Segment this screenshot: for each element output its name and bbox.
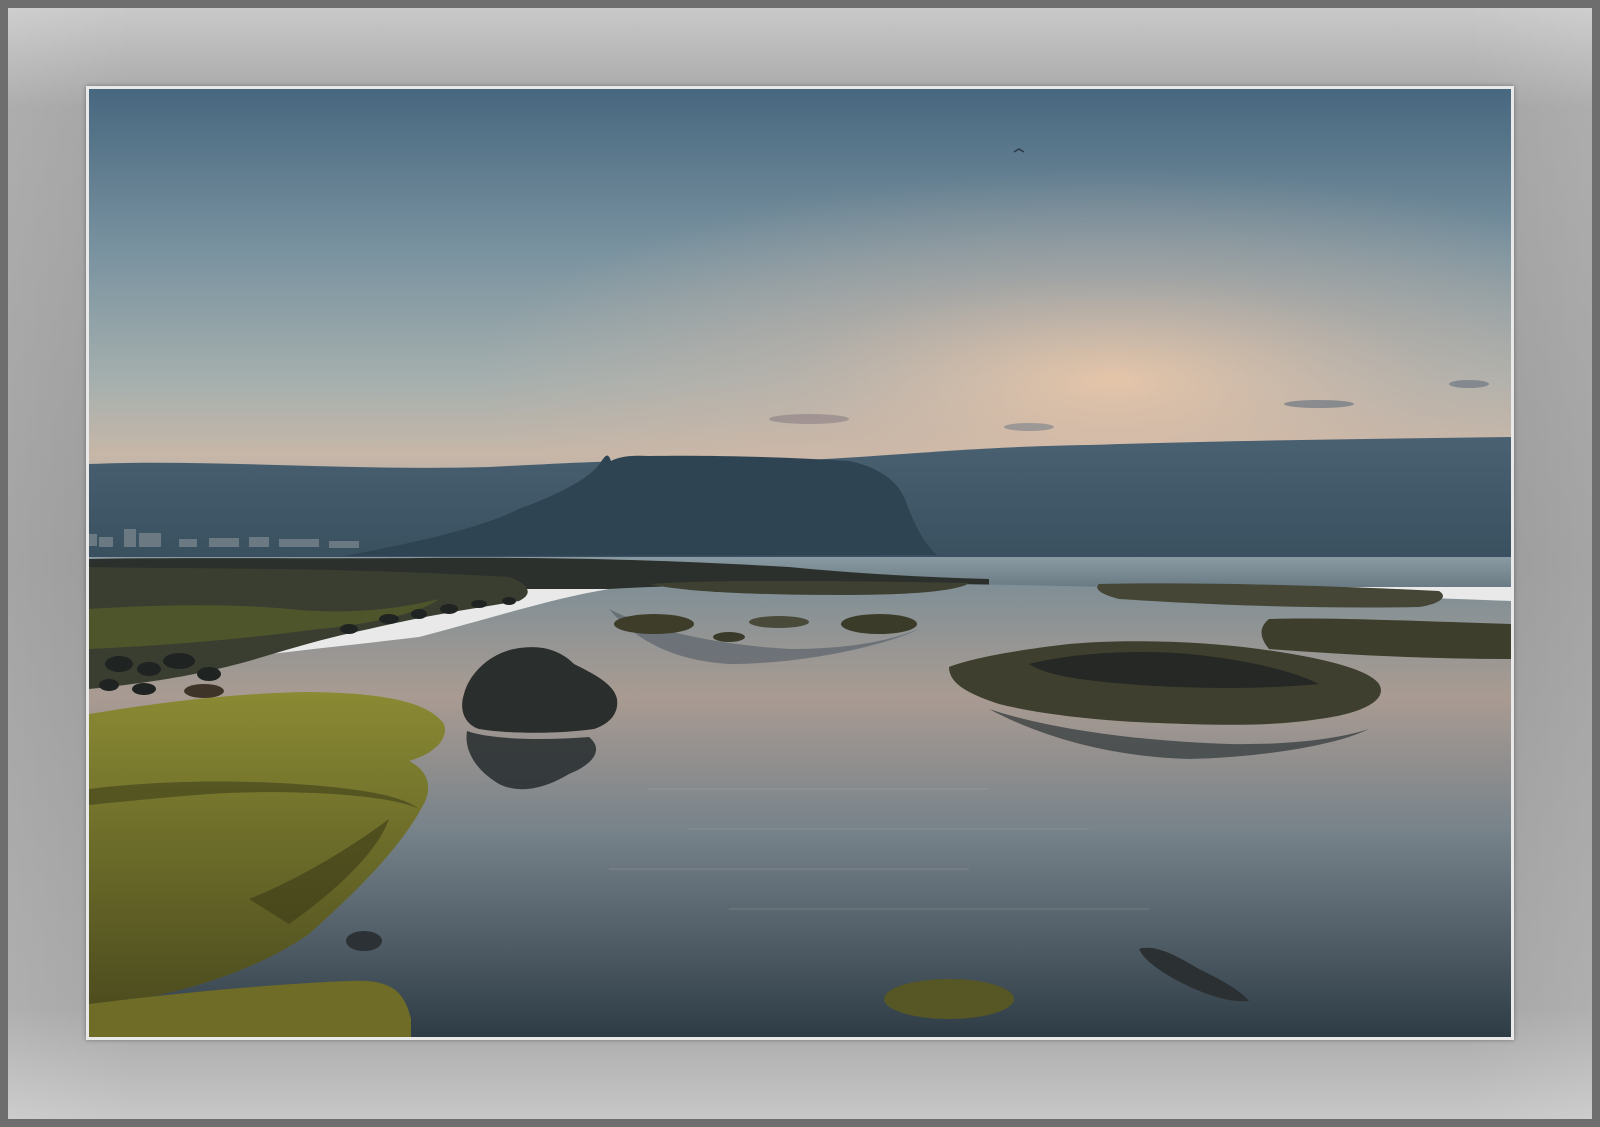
photo-scene bbox=[89, 89, 1511, 1037]
small-cloud bbox=[1004, 423, 1054, 431]
small-cloud bbox=[1284, 400, 1354, 408]
landscape-photo bbox=[89, 89, 1511, 1037]
small-cloud bbox=[1449, 380, 1489, 388]
small-cloud bbox=[769, 414, 849, 424]
